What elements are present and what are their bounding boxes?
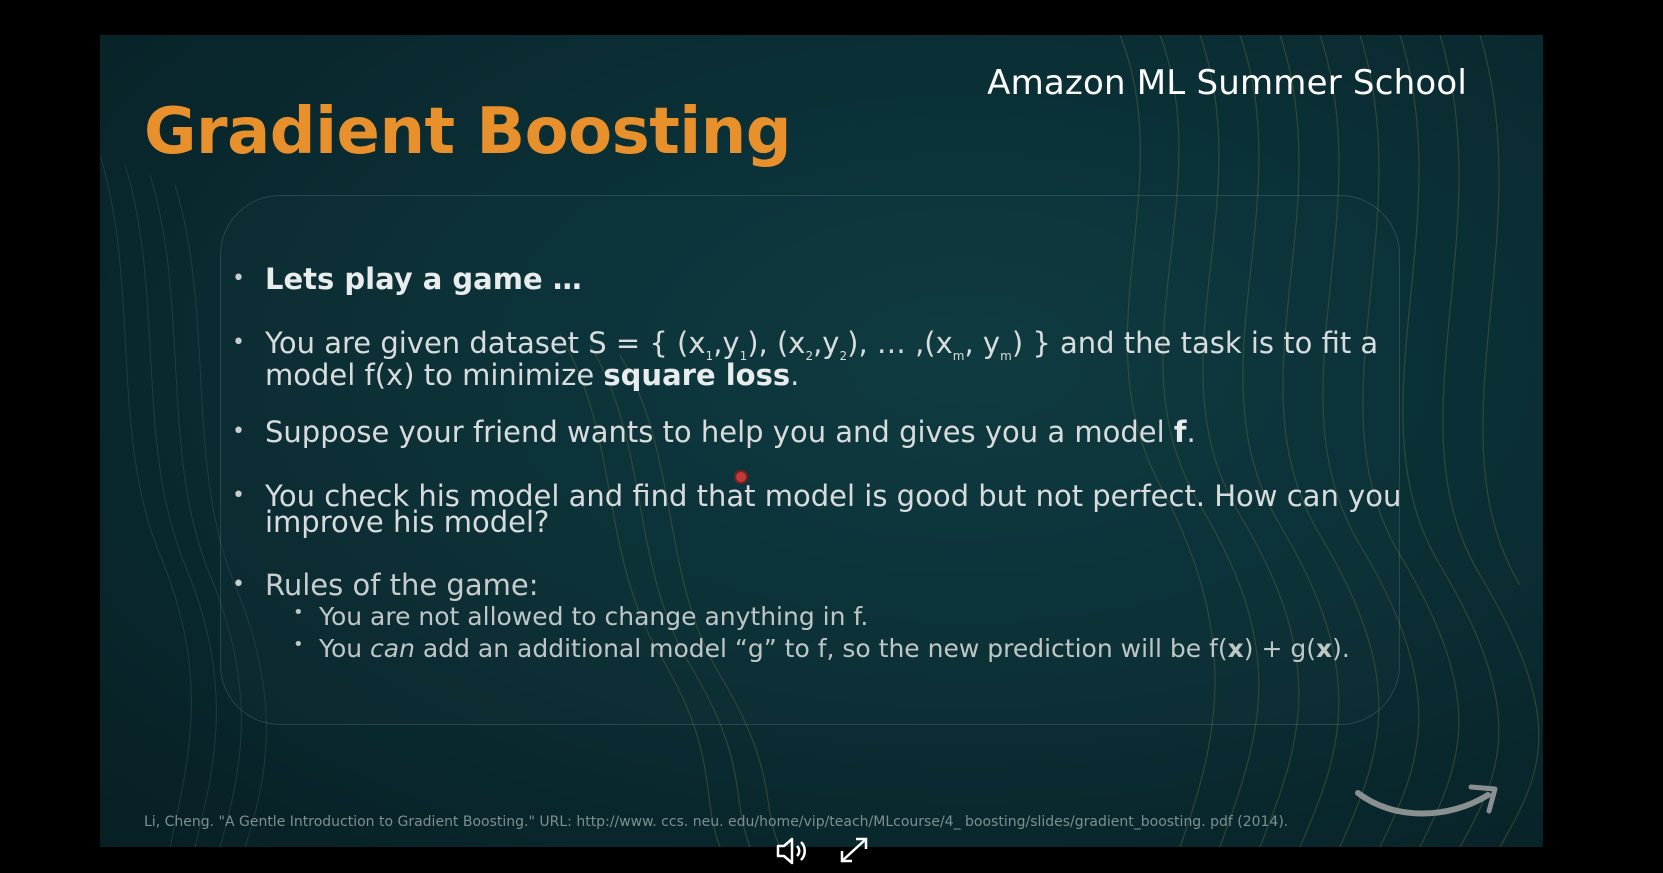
bullet-2-line2-b: .	[790, 358, 800, 392]
subscript: 2	[805, 349, 814, 363]
bullet-2-bold: square loss	[603, 358, 791, 392]
subscript: 1	[739, 349, 748, 363]
video-controls	[775, 835, 892, 867]
content-panel: • Lets play a game … • You are given dat…	[220, 195, 1402, 725]
bullet-2-text-a: You are given dataset S = { (x	[265, 326, 706, 360]
bullet-2-line2-a: model f(x) to minimize	[265, 358, 604, 392]
sub-bullet-1-text: You are not allowed to change anything i…	[319, 602, 869, 631]
citation-footer: Li, Cheng. "A Gentle Introduction to Gra…	[144, 814, 1289, 830]
bullet-2-text-e: ), … ,(x	[847, 326, 953, 360]
brand-header: Amazon ML Summer School	[987, 63, 1467, 103]
sub-bullet-2-a: You	[319, 634, 371, 663]
bullet-2-text-g: ) } and the task is to fit a	[1011, 326, 1379, 360]
bullet-4-line2: improve his model?	[265, 505, 550, 539]
bullet-3: • Suppose your friend wants to help you …	[232, 415, 1196, 449]
subscript: m	[952, 349, 965, 363]
subscript: 1	[705, 349, 714, 363]
bullet-2-text-f: , y	[964, 326, 1001, 360]
bullet-1: • Lets play a game …	[232, 262, 582, 296]
bullet-3-bold: f	[1173, 415, 1187, 449]
sub-bullet-2-c: ) + g(	[1243, 634, 1316, 663]
bullet-4: • You check his model and find that mode…	[232, 479, 1402, 539]
bullet-3-end: .	[1186, 415, 1196, 449]
fullscreen-icon[interactable]	[836, 835, 872, 867]
sub-bullet-2-x2: x	[1315, 634, 1333, 663]
sub-bullet-1: • You are not allowed to change anything…	[293, 602, 869, 631]
subscript: 2	[839, 349, 848, 363]
sub-bullet-2-b: add an additional model “g” to f, so the…	[414, 634, 1228, 663]
bullet-5: • Rules of the game:	[232, 568, 539, 602]
sub-bullet-2-italic: can	[370, 634, 415, 663]
sub-bullet-2-d: ).	[1332, 634, 1350, 663]
bullet-2-text-c: ), (x	[747, 326, 806, 360]
bullet-5-text: Rules of the game:	[265, 568, 539, 602]
bullet-1-text: Lets play a game …	[265, 262, 582, 296]
volume-icon[interactable]	[775, 835, 811, 867]
bullet-3-text: Suppose your friend wants to help you an…	[265, 415, 1174, 449]
bullet-2-text-b: ,y	[713, 326, 740, 360]
pointer-indicator	[734, 470, 748, 484]
sub-bullet-2: • You can add an additional model “g” to…	[293, 634, 1350, 663]
slide-title: Gradient Boosting	[144, 95, 792, 169]
amazon-smile-logo	[1355, 784, 1498, 817]
sub-bullet-2-x1: x	[1227, 634, 1244, 663]
bullet-2-text-d: ,y	[813, 326, 840, 360]
subscript: m	[1000, 349, 1012, 363]
bullet-2: • You are given dataset S = { (x1,y1), (…	[232, 326, 1379, 392]
slide: Amazon ML Summer School Gradient Boostin…	[100, 35, 1543, 847]
